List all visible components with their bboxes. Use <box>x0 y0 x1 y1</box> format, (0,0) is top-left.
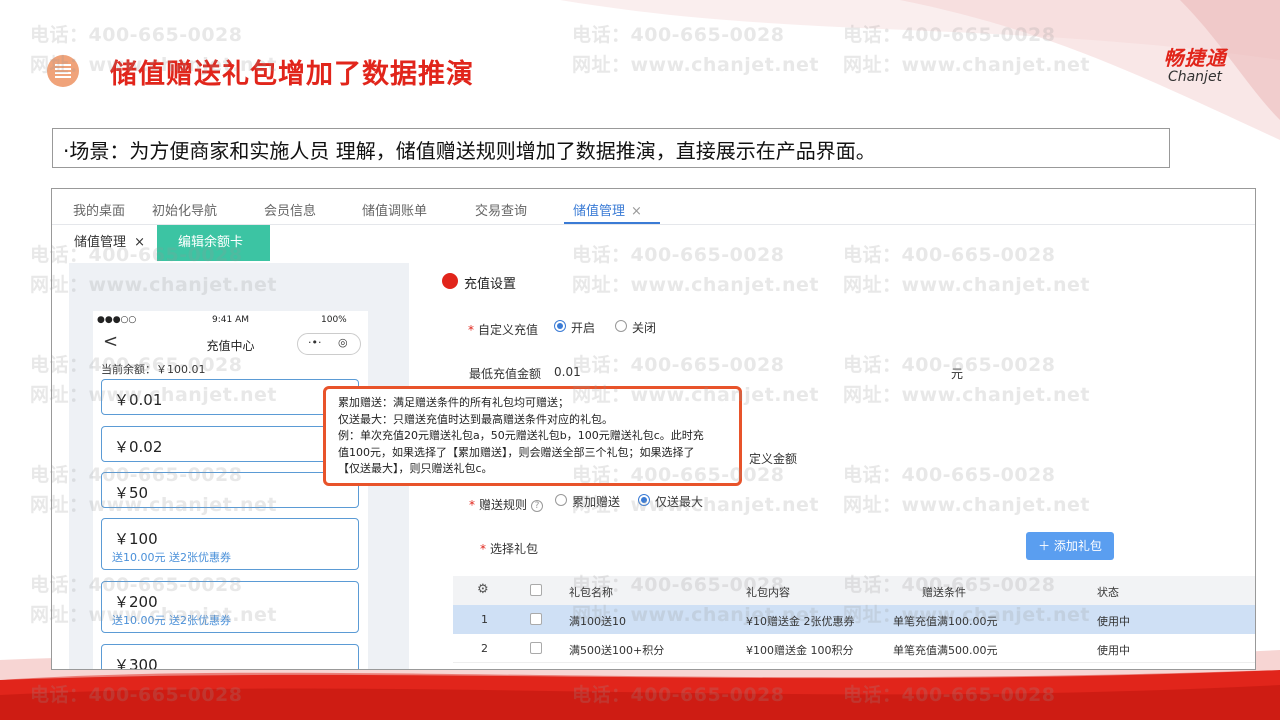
nav-item-transactions[interactable]: 交易查询 <box>475 200 527 219</box>
battery-indicator: 100% <box>321 315 347 325</box>
gift-status: 使用中 <box>1097 615 1130 628</box>
current-balance: 当前余额：￥100.01 <box>101 363 206 376</box>
table-row[interactable]: 1 满100送10 ¥10赠送金 2张优惠券 单笔充值满100.00元 使用中 <box>453 605 1255 634</box>
signal-icon: ●●●○○ <box>97 315 137 325</box>
custom-amount-label: 定义金额 <box>749 452 798 466</box>
header-gift-name: 礼包名称 <box>569 586 613 599</box>
close-icon[interactable]: × <box>631 204 642 219</box>
tooltip-line: 值100元，如果选择了【累加赠送】，则会赠送全部三个礼包；如果选择了 <box>338 445 695 459</box>
top-navigation: 我的桌面 初始化导航 会员信息 储值调账单 交易查询 储值管理 × <box>52 189 1255 225</box>
required-mark: * <box>468 323 474 337</box>
select-all-checkbox[interactable] <box>530 584 542 596</box>
subtab-stored-value[interactable]: 储值管理 × <box>64 225 155 261</box>
page-title: 储值赠送礼包增加了数据推演 <box>110 59 474 90</box>
row-index: 2 <box>481 642 488 655</box>
mini-program-capsule[interactable]: ·•· ◎ <box>297 333 361 355</box>
scene-description: ·场景：为方便商家和实施人员 理解，储值赠送规则增加了数据推演，直接展示在产品界… <box>52 128 1170 168</box>
amount-gift-text: 送10.00元 送2张优惠券 <box>112 614 231 627</box>
radio-custom-off-label: 关闭 <box>632 321 657 335</box>
custom-recharge-label-text: 自定义充值 <box>478 323 539 337</box>
gift-rule-label-text: 赠送规则 <box>479 498 528 512</box>
close-circle-icon[interactable]: ◎ <box>338 336 348 349</box>
gift-content: ¥100赠送金 100积分 <box>746 644 854 657</box>
radio-rule-cumulative[interactable] <box>555 494 567 506</box>
table-header: ⚙ 礼包名称 礼包内容 赠送条件 状态 <box>453 576 1255 605</box>
subtab-edit-card-label: 编辑余额卡 <box>178 235 244 250</box>
close-icon[interactable]: × <box>134 235 145 250</box>
amount-option[interactable]: ￥0.01 <box>101 379 359 415</box>
required-mark: * <box>480 542 486 556</box>
radio-custom-off[interactable] <box>615 320 627 332</box>
recharge-settings-icon <box>442 273 458 289</box>
phone-preview: ●●●○○ 9:41 AM 100% < 充值中心 ·•· ◎ 当前余额：￥10… <box>93 311 368 670</box>
row-checkbox[interactable] <box>530 613 542 625</box>
nav-item-stored-value[interactable]: 储值管理 × <box>573 200 642 219</box>
radio-rule-max-only[interactable] <box>638 494 650 506</box>
logo-chinese: 畅捷通 <box>1163 46 1227 70</box>
amount-option[interactable]: ￥100 送10.00元 送2张优惠券 <box>101 518 359 570</box>
tooltip-line: 累加赠送：满足赠送条件的所有礼包均可赠送； <box>338 396 569 409</box>
gift-rule-tooltip: 累加赠送：满足赠送条件的所有礼包均可赠送； 仅送最大：只赠送充值时达到最高赠送条… <box>323 386 742 486</box>
more-icon[interactable]: ·•· <box>308 336 321 349</box>
tooltip-line: 例：单次充值20元赠送礼包a，50元赠送礼包b，100元赠送礼包c。此时充 <box>338 429 704 442</box>
radio-rule-cumulative-label: 累加赠送 <box>572 495 621 509</box>
amount-value: ￥0.01 <box>114 391 163 409</box>
custom-recharge-label: * 自定义充值 <box>468 321 538 338</box>
tooltip-line: 仅送最大：只赠送充值时达到最高赠送条件对应的礼包。 <box>338 412 613 426</box>
row-checkbox[interactable] <box>530 642 542 654</box>
min-amount-input[interactable]: 0.01 <box>554 365 581 379</box>
amount-gift-text: 送10.00元 送2张优惠券 <box>112 551 231 564</box>
table-row[interactable]: 2 满500送100+积分 ¥100赠送金 100积分 单笔充值满500.00元… <box>453 634 1255 663</box>
gear-icon[interactable]: ⚙ <box>477 582 489 597</box>
gift-name: 满100送10 <box>569 615 626 628</box>
amount-value: ￥0.02 <box>114 438 163 456</box>
nav-item-stored-value-label: 储值管理 <box>573 204 626 219</box>
phone-time: 9:41 AM <box>212 315 249 325</box>
choose-gift-label: * 选择礼包 <box>480 540 538 557</box>
gift-condition: 单笔充值满500.00元 <box>893 644 998 657</box>
header-gift-condition: 赠送条件 <box>922 586 966 599</box>
radio-custom-on-label: 开启 <box>571 321 596 335</box>
background-wave-top <box>560 0 1280 140</box>
logo-english: Chanjet <box>1167 69 1223 85</box>
amount-value: ￥300 <box>114 656 158 670</box>
active-tab-indicator <box>564 222 660 224</box>
nav-item-adjustment[interactable]: 储值调账单 <box>362 200 427 219</box>
row-index: 1 <box>481 613 488 626</box>
amount-value: ￥50 <box>114 484 149 502</box>
nav-item-init-guide[interactable]: 初始化导航 <box>152 200 217 219</box>
radio-rule-max-only-label: 仅送最大 <box>655 495 704 509</box>
sub-tabs: 储值管理 × 编辑余额卡 × <box>52 225 1255 286</box>
tooltip-line: 【仅送最大】，则只赠送礼包c。 <box>338 462 493 475</box>
header-status: 状态 <box>1097 586 1119 599</box>
unit-label: 元 <box>951 367 964 381</box>
slide: 储值赠送礼包增加了数据推演 畅捷通 Chanjet ·场景：为方便商家和实施人员… <box>0 0 1280 720</box>
brand-logo: 畅捷通 Chanjet <box>1140 42 1250 85</box>
gift-name: 满500送100+积分 <box>569 644 665 657</box>
gift-status: 使用中 <box>1097 644 1130 657</box>
choose-gift-label-text: 选择礼包 <box>490 542 539 556</box>
amount-value: ￥200 <box>114 593 158 611</box>
amount-option[interactable]: ￥50 <box>101 472 359 508</box>
nav-item-desktop[interactable]: 我的桌面 <box>73 200 125 219</box>
nav-item-member-info[interactable]: 会员信息 <box>264 200 316 219</box>
min-amount-label: 最低充值金额 <box>469 367 542 381</box>
header-gift-content: 礼包内容 <box>746 586 790 599</box>
section-title: 充值设置 <box>464 277 517 292</box>
radio-custom-on[interactable] <box>554 320 566 332</box>
subtab-stored-value-label: 储值管理 <box>74 235 127 250</box>
required-mark: * <box>469 498 475 512</box>
amount-option[interactable]: ￥200 送10.00元 送2张优惠券 <box>101 581 359 633</box>
amount-option[interactable]: ￥300 <box>101 644 359 670</box>
add-gift-button[interactable]: ＋ 添加礼包 <box>1026 532 1114 560</box>
gift-condition: 单笔充值满100.00元 <box>893 615 998 628</box>
gift-content: ¥10赠送金 2张优惠券 <box>746 615 855 628</box>
gift-rule-label: * 赠送规则? <box>469 496 544 513</box>
title-decoration-icon <box>47 55 79 87</box>
help-icon[interactable]: ? <box>531 499 544 512</box>
subtab-edit-card[interactable]: 编辑余额卡 × <box>157 225 270 286</box>
amount-value: ￥100 <box>114 530 158 548</box>
amount-option[interactable]: ￥0.02 <box>101 426 359 462</box>
